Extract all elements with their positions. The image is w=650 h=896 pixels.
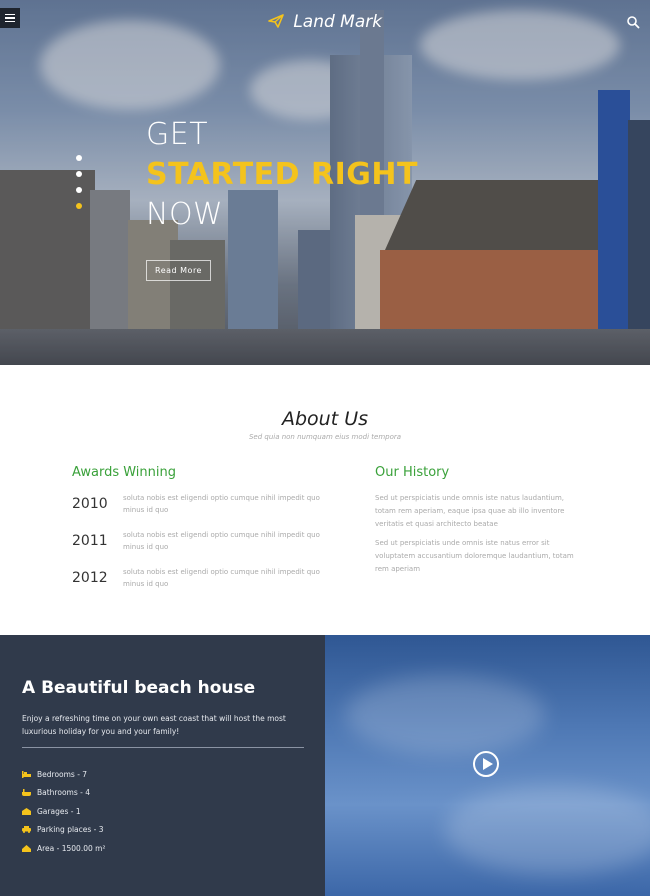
feature-area: Area - 1500.00 m²	[22, 844, 105, 853]
section-subtitle: Sed quia non numquam eius modi tempora	[248, 433, 402, 441]
award-year: 2010	[72, 496, 108, 512]
history-heading: Our History	[375, 465, 450, 480]
bath-icon	[22, 789, 31, 796]
feature-label: Bedrooms - 7	[37, 770, 88, 779]
paper-plane-icon	[268, 12, 289, 32]
award-text: soluta nobis est eligendi optio cumque n…	[123, 494, 320, 514]
award-year: 2011	[72, 533, 108, 549]
slide-dot[interactable]	[76, 155, 82, 161]
hero-section: Land Mark GET STARTED RIGHT NOW Read Mor…	[0, 0, 650, 365]
hero-heading-line3: NOW	[146, 197, 224, 232]
award-year: 2012	[72, 570, 108, 586]
feature-bedrooms: Bedrooms - 7	[22, 770, 87, 779]
area-icon	[22, 845, 31, 852]
feature-garages: Garages - 1	[22, 807, 81, 816]
garage-icon	[22, 808, 31, 815]
property-panel: A Beautiful beach house Enjoy a refreshi…	[0, 635, 325, 896]
award-item: 2012 soluta nobis est eligendi optio cum…	[72, 566, 332, 596]
awards-heading: Awards Winning	[72, 465, 176, 480]
feature-parking: Parking places - 3	[22, 825, 104, 834]
site-logo[interactable]: Land Mark	[0, 12, 650, 32]
divider	[22, 747, 304, 748]
award-item: 2011 soluta nobis est eligendi optio cum…	[72, 529, 332, 559]
hero-heading-line2: STARTED RIGHT	[146, 157, 418, 192]
slider-dots	[76, 155, 82, 209]
hero-heading-line1: GET	[146, 117, 209, 152]
feature-bathrooms: Bathrooms - 4	[22, 788, 90, 797]
car-icon	[22, 826, 31, 833]
history-paragraph: Sed ut perspiciatis unde omnis iste natu…	[375, 539, 574, 573]
play-icon[interactable]	[473, 751, 499, 777]
slide-dot-active[interactable]	[76, 203, 82, 209]
feature-label: Area - 1500.00 m²	[37, 844, 106, 853]
award-text: soluta nobis est eligendi optio cumque n…	[123, 531, 320, 551]
slide-dot[interactable]	[76, 171, 82, 177]
about-section: About Us Sed quia non numquam eius modi …	[0, 365, 650, 635]
search-icon[interactable]	[626, 14, 640, 29]
slide-dot[interactable]	[76, 187, 82, 193]
read-more-button[interactable]: Read More	[146, 260, 211, 281]
logo-text: Land Mark	[293, 12, 383, 32]
feature-label: Garages - 1	[37, 807, 81, 816]
award-item: 2010 soluta nobis est eligendi optio cum…	[72, 492, 332, 522]
section-title: About Us	[281, 408, 369, 430]
bed-icon	[22, 771, 31, 778]
feature-label: Bathrooms - 4	[37, 788, 90, 797]
feature-label: Parking places - 3	[37, 825, 104, 834]
award-text: soluta nobis est eligendi optio cumque n…	[123, 568, 320, 588]
property-title: A Beautiful beach house	[22, 678, 256, 698]
history-paragraph: Sed ut perspiciatis unde omnis iste natu…	[375, 494, 565, 528]
video-panel	[325, 635, 650, 896]
cloud	[445, 785, 650, 875]
property-description: Enjoy a refreshing time on your own east…	[22, 714, 286, 736]
cloud	[345, 675, 545, 755]
